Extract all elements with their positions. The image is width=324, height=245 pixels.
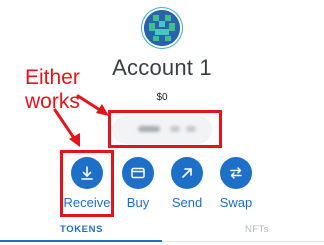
receive-label: Receive [63, 195, 111, 210]
annotation-label: Either works [25, 66, 80, 113]
active-tab-indicator [0, 240, 162, 242]
send-button[interactable]: Send [162, 157, 212, 210]
send-label: Send [171, 195, 203, 210]
tab-nfts[interactable]: NFTs [245, 224, 269, 235]
address-highlight-box [108, 110, 222, 148]
identicon [144, 10, 180, 46]
swap-label: Swap [219, 195, 253, 210]
receive-button[interactable]: Receive [62, 157, 112, 210]
buy-label: Buy [126, 195, 150, 210]
account-avatar[interactable] [144, 10, 180, 46]
swap-arrows-icon [220, 157, 252, 189]
download-icon [71, 157, 103, 189]
swap-button[interactable]: Swap [211, 157, 261, 210]
credit-card-icon [122, 157, 154, 189]
arrow-up-right-icon [171, 157, 203, 189]
buy-button[interactable]: Buy [113, 157, 163, 210]
tab-tokens[interactable]: TOKENS [60, 224, 103, 235]
